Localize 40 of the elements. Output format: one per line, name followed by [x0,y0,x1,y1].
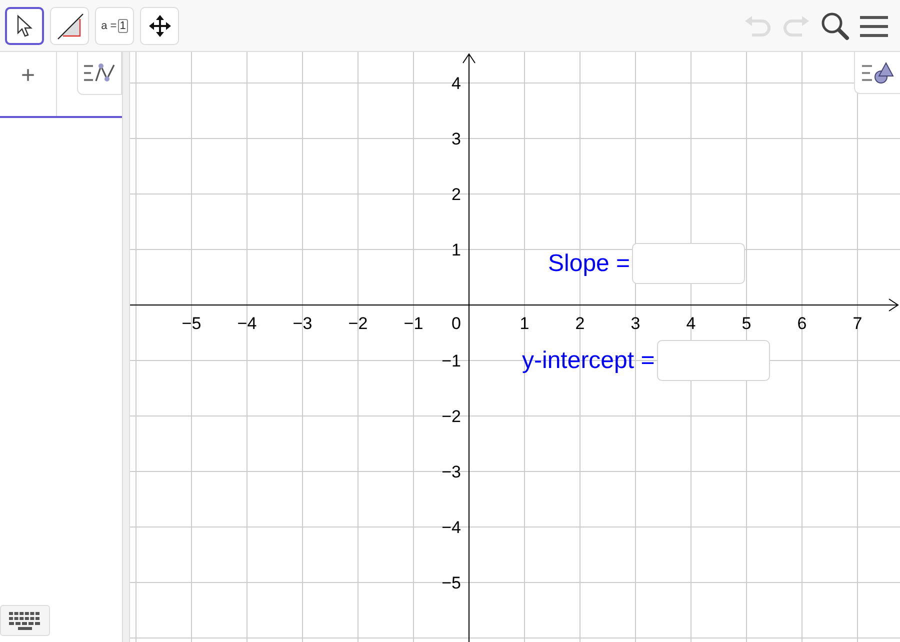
x-axis-label: −1 [404,314,424,333]
line-tool-button[interactable] [50,6,89,44]
keyboard-icon [9,612,41,630]
keyboard-button[interactable] [0,605,50,636]
y-axis-label: 4 [452,74,461,93]
input-label: y-intercept = [522,346,655,374]
y-axis-label: 1 [452,240,461,260]
slider-tool-button[interactable]: a = 1 [95,6,134,44]
move-icon [148,14,172,38]
x-axis-label: 7 [852,314,862,333]
x-axis-label: −5 [182,314,202,333]
input-label: Slope = [548,250,630,278]
pointer-tool-button[interactable] [5,6,44,44]
x-axis-label: 2 [575,314,585,333]
cursor-icon [16,14,34,38]
origin-label: 0 [452,314,461,333]
y-axis-label: 3 [452,130,461,148]
algebra-view-button[interactable] [77,52,122,95]
input-field[interactable] [656,340,770,381]
y-axis-label: −3 [442,462,461,482]
x-axis-label: 3 [630,314,640,333]
input-field[interactable] [632,243,746,284]
x-axis-label: 1 [520,314,530,333]
style-bar-button[interactable] [854,52,900,94]
y-axis-label: −4 [442,518,461,537]
menu-icon[interactable] [860,14,888,38]
add-input-button[interactable]: + [0,52,56,100]
shapes-icon [860,60,894,86]
x-axis-label: 6 [797,314,807,333]
y-axis-label: −5 [442,574,461,592]
y-axis-label: −2 [442,407,461,426]
x-axis-label: −4 [237,314,257,333]
x-axis-label: 4 [686,314,696,333]
search-icon[interactable] [820,10,850,40]
move-tool-button[interactable] [140,6,179,44]
y-axis-label: −1 [442,352,461,370]
x-axis-label: −2 [348,314,368,333]
x-axis-label: 5 [742,314,752,333]
x-axis-label: −3 [292,314,312,333]
y-axis-label: 2 [452,185,461,204]
